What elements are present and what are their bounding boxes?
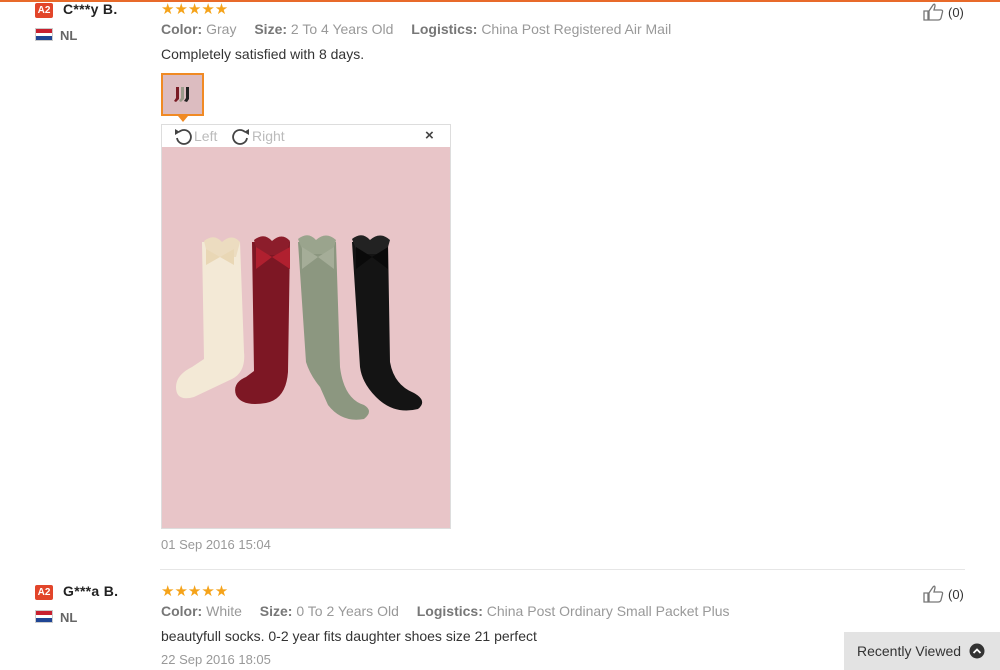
thumbs-up-icon <box>923 585 944 603</box>
logistics-label: Logistics: <box>411 21 478 37</box>
helpful-count: (0) <box>948 586 964 602</box>
reviewer-name: C***y B. <box>63 1 118 17</box>
buyer-level-badge: A2 <box>35 3 53 18</box>
rotate-right-button[interactable]: Right <box>230 126 285 146</box>
order-info: Color: White Size: 0 To 2 Years Old Logi… <box>161 603 730 619</box>
review-comment: Completely satisfied with 8 days. <box>161 46 365 62</box>
size-label: Size: <box>259 603 293 619</box>
photo-viewer-toolbar: Left Right × <box>162 125 450 147</box>
color-value: White <box>206 603 242 619</box>
reviewer-country: NL <box>60 610 78 625</box>
close-icon[interactable]: × <box>425 127 434 144</box>
review-divider <box>160 569 965 570</box>
color-label: Color: <box>161 603 203 619</box>
reviewer-country: NL <box>60 28 78 43</box>
buyer-level-badge: A2 <box>35 585 53 600</box>
thumbnail-selected-caret <box>178 116 188 122</box>
photo-viewer: Left Right × <box>161 124 451 529</box>
size-label: Size: <box>254 21 288 37</box>
rotate-right-label: Right <box>252 128 285 144</box>
review-date: 22 Sep 2016 18:05 <box>161 652 271 667</box>
star-rating: ★★★★★ <box>161 1 229 18</box>
order-info: Color: Gray Size: 2 To 4 Years Old Logis… <box>161 21 671 37</box>
rotate-left-icon <box>175 129 192 145</box>
thumbs-up-icon <box>923 3 944 21</box>
netherlands-flag-icon <box>35 28 53 41</box>
helpful-button[interactable]: (0) <box>922 2 982 22</box>
review-photo-thumbnail[interactable] <box>161 73 204 116</box>
rotate-right-icon <box>232 129 249 145</box>
recently-viewed-label: Recently Viewed <box>857 643 962 659</box>
star-rating: ★★★★★ <box>161 583 229 600</box>
size-value: 0 To 2 Years Old <box>296 603 399 619</box>
logistics-value: China Post Registered Air Mail <box>481 21 672 37</box>
netherlands-flag-icon <box>35 610 53 623</box>
helpful-count: (0) <box>948 4 964 20</box>
logistics-value: China Post Ordinary Small Packet Plus <box>486 603 730 619</box>
color-value: Gray <box>206 21 237 37</box>
rotate-left-label: Left <box>194 128 218 144</box>
color-label: Color: <box>161 21 203 37</box>
recently-viewed-tab[interactable]: Recently Viewed <box>844 632 1000 670</box>
review-date: 01 Sep 2016 15:04 <box>161 537 271 552</box>
review-photo <box>162 147 450 528</box>
reviewer-name: G***a B. <box>63 583 119 599</box>
rotate-left-button[interactable]: Left <box>172 126 217 146</box>
size-value: 2 To 4 Years Old <box>290 21 394 37</box>
chevron-up-icon <box>969 643 985 659</box>
helpful-button[interactable]: (0) <box>922 584 982 604</box>
logistics-label: Logistics: <box>416 603 483 619</box>
review-item: A2 C***y B. NL ★★★★★ Color: Gray Size: 2… <box>0 0 1000 570</box>
review-comment: beautyfull socks. 0-2 year fits daughter… <box>161 628 537 644</box>
